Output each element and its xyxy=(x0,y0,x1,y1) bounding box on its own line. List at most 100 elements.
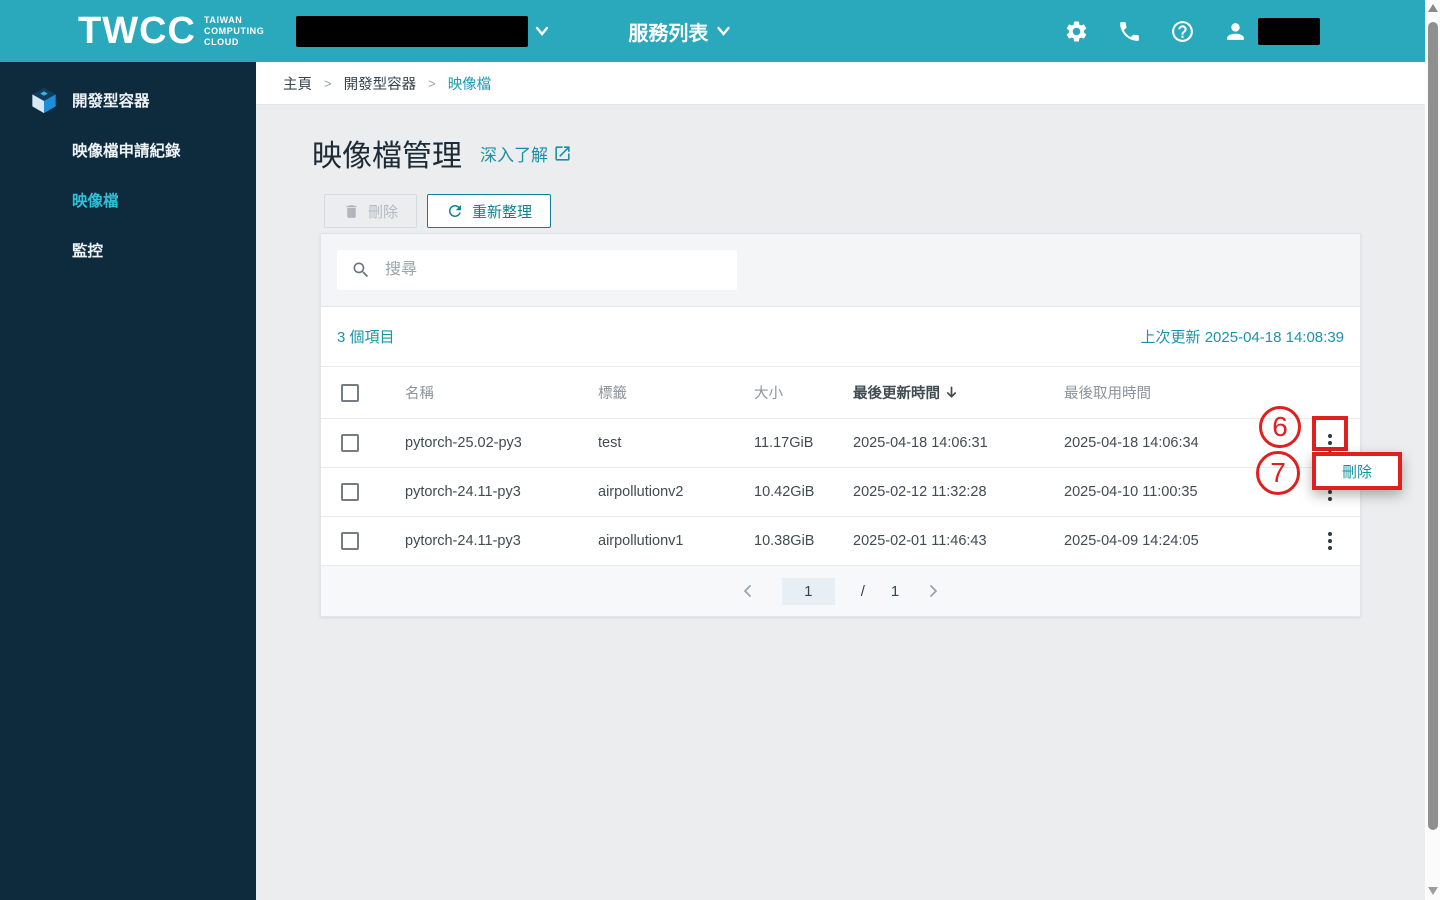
top-header-bar: TWCC TAIWAN COMPUTING CLOUD 服務列表 xyxy=(0,0,1440,62)
delete-button[interactable]: 刪除 xyxy=(324,194,418,228)
page-separator: / xyxy=(860,582,865,600)
table-row: pytorch-25.02-py3 test 11.17GiB 2025-04-… xyxy=(321,419,1360,468)
pagination: 1 / 1 xyxy=(321,566,1360,616)
annotation-step-6-circle: 6 xyxy=(1259,406,1301,448)
sidebar-item-images[interactable]: 映像檔 xyxy=(0,176,256,224)
cell-accessed: 2025-04-10 11:00:35 xyxy=(1064,484,1198,500)
scrollbar-down-arrow-icon[interactable] xyxy=(1428,887,1438,895)
column-header-accessed[interactable]: 最後取用時間 xyxy=(1064,382,1294,403)
row-actions-kebab-icon[interactable] xyxy=(1318,526,1342,556)
cell-size: 10.38GiB xyxy=(754,533,815,549)
logo-tagline-line: COMPUTING xyxy=(203,25,265,36)
user-account-menu[interactable] xyxy=(1223,17,1320,45)
service-list-label: 服務列表 xyxy=(628,22,709,45)
learn-more-link[interactable]: 深入了解 xyxy=(480,141,572,166)
item-count: 3 個項目 xyxy=(337,329,395,346)
learn-more-label: 深入了解 xyxy=(480,145,548,165)
settings-icon[interactable] xyxy=(1064,19,1089,44)
sidebar-item-image-request-log[interactable]: 映像檔申請紀錄 xyxy=(0,126,256,174)
sort-desc-arrow-icon xyxy=(946,386,957,398)
twcc-logo: TWCC TAIWAN COMPUTING CLOUD xyxy=(78,12,264,50)
redacted-project-name xyxy=(296,15,529,47)
delete-button-label: 刪除 xyxy=(368,203,399,221)
help-icon[interactable] xyxy=(1170,19,1195,44)
annotation-step-7-circle: 7 xyxy=(1256,451,1300,495)
column-header-updated-sorted[interactable]: 最後更新時間 xyxy=(853,382,1064,403)
annotation-step-6-number: 6 xyxy=(1272,411,1288,442)
row-actions-dropdown-menu: 刪除 xyxy=(1312,452,1402,490)
redacted-username xyxy=(1258,17,1320,45)
main-content: 映像檔管理 深入了解 刪除 重新整理 搜尋 3 個項目 上次更新 2025-04… xyxy=(256,105,1425,900)
cell-size: 11.17GiB xyxy=(754,435,814,451)
chevron-down-icon xyxy=(536,26,549,36)
table-row: pytorch-24.11-py3 airpollutionv1 10.38Gi… xyxy=(321,517,1360,566)
cell-name: pytorch-24.11-py3 xyxy=(405,533,521,549)
logo-tagline-line: CLOUD xyxy=(203,36,239,47)
column-header-tag[interactable]: 標籤 xyxy=(598,382,754,403)
sidebar-item-label: 開發型容器 xyxy=(72,93,150,110)
search-input[interactable] xyxy=(385,261,705,279)
image-table-card: 3 個項目 上次更新 2025-04-18 14:08:39 名稱 標籤 大小 … xyxy=(320,233,1361,617)
sidebar-item-label: 映像檔 xyxy=(72,193,119,210)
trash-icon xyxy=(346,204,357,218)
row-checkbox[interactable] xyxy=(341,434,359,452)
sidebar-item-dev-container[interactable]: 開發型容器 xyxy=(0,76,256,124)
total-pages: 1 xyxy=(890,582,900,600)
refresh-button[interactable]: 重新整理 xyxy=(427,194,552,228)
breadcrumb-separator: > xyxy=(324,75,332,91)
user-icon xyxy=(1223,19,1248,44)
header-actions xyxy=(1064,17,1320,45)
page-title: 映像檔管理 xyxy=(312,140,462,173)
cell-accessed: 2025-04-18 14:06:34 xyxy=(1064,435,1199,451)
annotation-kebab-highlight-box xyxy=(1312,416,1348,451)
table-row: pytorch-24.11-py3 airpollutionv2 10.42Gi… xyxy=(321,468,1360,517)
container-cube-icon xyxy=(32,87,56,114)
cell-tag: airpollutionv2 xyxy=(598,484,684,500)
sidebar-item-monitoring[interactable]: 監控 xyxy=(0,226,256,274)
cell-tag: test xyxy=(598,435,622,451)
row-checkbox[interactable] xyxy=(341,483,359,501)
menu-item-delete[interactable]: 刪除 xyxy=(1342,461,1372,482)
table-meta-row: 3 個項目 上次更新 2025-04-18 14:08:39 xyxy=(321,307,1360,367)
cell-name: pytorch-24.11-py3 xyxy=(405,484,521,500)
logo-tagline: TAIWAN COMPUTING CLOUD xyxy=(204,15,264,48)
breadcrumb-home[interactable]: 主頁 xyxy=(283,73,312,94)
sidebar-item-label: 映像檔申請紀錄 xyxy=(72,143,181,160)
cell-updated: 2025-02-01 11:46:43 xyxy=(853,533,987,549)
select-all-checkbox[interactable] xyxy=(341,383,359,402)
scrollbar-thumb[interactable] xyxy=(1427,22,1438,830)
scrollbar[interactable] xyxy=(1425,0,1440,900)
row-checkbox[interactable] xyxy=(341,532,359,550)
sidebar-nav: 開發型容器 映像檔申請紀錄 映像檔 監控 xyxy=(0,62,256,900)
refresh-icon xyxy=(449,205,462,217)
breadcrumb-separator: > xyxy=(428,75,436,91)
chevron-down-icon xyxy=(717,26,731,36)
scrollbar-up-arrow-icon[interactable] xyxy=(1428,4,1438,12)
logo-tagline-line: TAIWAN xyxy=(203,14,243,25)
service-list-menu[interactable]: 服務列表 xyxy=(628,17,731,46)
twcc-app: TWCC TAIWAN COMPUTING CLOUD 服務列表 開發型容器 映… xyxy=(0,0,1440,900)
table-header-row: 名稱 標籤 大小 最後更新時間 最後取用時間 xyxy=(321,367,1360,419)
cell-updated: 2025-04-18 14:06:31 xyxy=(853,435,988,451)
column-header-updated-label: 最後更新時間 xyxy=(853,386,940,402)
external-link-icon xyxy=(555,145,570,161)
refresh-button-label: 重新整理 xyxy=(472,203,533,221)
search-icon xyxy=(353,262,369,278)
breadcrumb: 主頁 > 開發型容器 > 映像檔 xyxy=(256,62,1425,105)
phone-contact-icon[interactable] xyxy=(1117,19,1142,44)
search-box xyxy=(337,250,737,290)
cell-name: pytorch-25.02-py3 xyxy=(405,435,522,451)
next-page-chevron-icon[interactable] xyxy=(925,583,941,599)
breadcrumb-dev-container[interactable]: 開發型容器 xyxy=(344,73,417,94)
current-page-input[interactable]: 1 xyxy=(781,577,835,605)
sidebar-item-label: 監控 xyxy=(72,243,104,260)
project-selector-dropdown[interactable] xyxy=(296,15,550,47)
breadcrumb-current-images: 映像檔 xyxy=(447,76,492,93)
cell-updated: 2025-02-12 11:32:28 xyxy=(853,484,987,500)
annotation-step-7-number: 7 xyxy=(1270,457,1286,488)
prev-page-chevron-icon[interactable] xyxy=(740,583,756,599)
cell-size: 10.42GiB xyxy=(754,484,815,500)
column-header-size[interactable]: 大小 xyxy=(754,382,853,403)
cell-accessed: 2025-04-09 14:24:05 xyxy=(1064,533,1199,549)
column-header-name[interactable]: 名稱 xyxy=(405,382,598,403)
